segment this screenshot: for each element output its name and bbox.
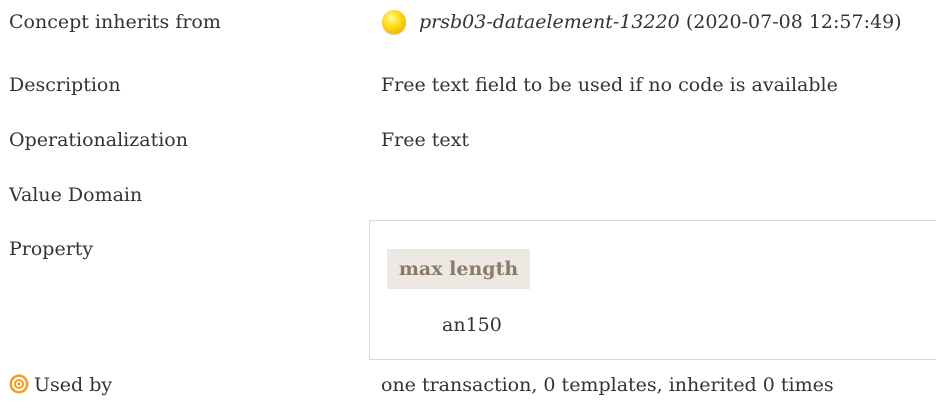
description-label: Description [9, 74, 121, 96]
concept-inherits-value: prsb03-dataelement-13220 (2020-07-08 12:… [419, 10, 902, 34]
property-box: max length an150 [369, 220, 936, 360]
used-by-value: one transaction, 0 templates, inherited … [381, 374, 834, 396]
target-icon [9, 374, 29, 394]
concept-inherits-label: Concept inherits from [9, 11, 221, 33]
operationalization-value: Free text [381, 129, 470, 151]
value-domain-label: Value Domain [9, 184, 143, 206]
used-by-label: Used by [34, 374, 113, 396]
operationalization-label: Operationalization [9, 129, 188, 151]
property-value: an150 [442, 314, 502, 336]
concept-inherits-date: (2020-07-08 12:57:49) [685, 11, 902, 33]
property-label: Property [9, 238, 94, 260]
concept-inherits-link[interactable]: prsb03-dataelement-13220 [419, 11, 680, 33]
yellow-circle-icon [382, 10, 406, 34]
property-header: max length [387, 249, 530, 289]
description-value: Free text field to be used if no code is… [381, 74, 838, 96]
